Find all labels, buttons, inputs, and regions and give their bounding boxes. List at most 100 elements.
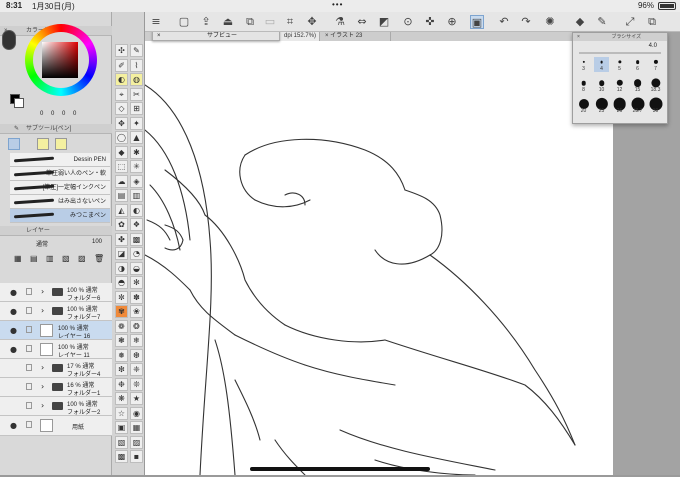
triangle-icon[interactable]: ▲ — [130, 131, 143, 144]
eyedropper-icon[interactable]: ⌖ — [115, 87, 128, 101]
brush-size-option[interactable]: 15 — [630, 78, 645, 93]
circle-icon[interactable]: ◯ — [115, 131, 128, 144]
lasso-icon[interactable]: ◐ — [130, 203, 143, 217]
layer-row[interactable]: ● 用紙 — [0, 416, 112, 436]
eraser-icon[interactable]: ❇ — [115, 363, 128, 376]
pencil-tool-icon[interactable]: ✐ — [115, 58, 128, 72]
fill-icon[interactable]: ⚗ — [333, 15, 347, 29]
move-tool-icon[interactable]: ◑ — [115, 261, 128, 275]
select-icon[interactable]: ⬚ — [115, 160, 128, 173]
burst-icon[interactable]: ✽ — [130, 290, 143, 304]
layer-row[interactable]: › 100 % 通常 フォルダー2 — [0, 397, 112, 416]
clip-icon[interactable]: ▨ — [78, 254, 86, 263]
app-switch-icon[interactable] — [2, 30, 16, 50]
resize-icon[interactable]: ⤢ — [623, 15, 637, 29]
eye-icon[interactable]: ● — [10, 307, 17, 316]
eye-icon[interactable]: ● — [10, 288, 17, 297]
brush-size-option[interactable]: 5 — [612, 57, 627, 72]
shape-icon[interactable]: ◇ — [115, 102, 128, 115]
eye-icon[interactable]: ● — [10, 421, 17, 430]
pen-tool-icon[interactable]: ✎ — [130, 44, 143, 57]
pencil-tool-icon[interactable]: ❅ — [115, 348, 128, 362]
brush-size-option[interactable]: 28.7 — [630, 97, 645, 114]
pencil-tool-icon[interactable]: ◭ — [115, 203, 128, 217]
brush-size-current[interactable]: 4.0 — [649, 43, 657, 49]
pen-tool-icon[interactable]: ▥ — [130, 189, 143, 202]
chevron-right-icon[interactable]: › — [41, 401, 44, 410]
new-folder-icon[interactable]: ▤ — [30, 254, 38, 263]
diamond-icon[interactable]: ▧ — [115, 435, 128, 449]
chevron-right-icon[interactable]: › — [41, 382, 44, 391]
navigator-icon[interactable]: ✜ — [423, 15, 437, 29]
star-tool-icon[interactable]: ✳ — [130, 160, 143, 173]
close-icon[interactable]: × — [157, 31, 161, 41]
eye-icon[interactable]: ● — [10, 326, 17, 335]
eyedropper-icon[interactable]: ✤ — [115, 232, 128, 246]
brush-size-option[interactable]: 6 — [630, 57, 645, 72]
cloud-icon[interactable]: ☁ — [115, 174, 128, 188]
brush-size-option[interactable]: 12 — [612, 78, 627, 93]
subtool-item[interactable]: [筆圧]一定幅インクペン — [10, 181, 110, 195]
mask-icon[interactable]: ▧ — [62, 254, 70, 263]
layer-row[interactable]: › 16 % 通常 フォルダー1 — [0, 378, 112, 397]
cut-icon[interactable]: ❊ — [130, 377, 143, 391]
triangle-icon[interactable]: ▦ — [130, 421, 143, 434]
brush-size-option[interactable]: 30 — [648, 97, 663, 114]
layer-row-selected[interactable]: ● 100 % 通常 レイヤー 16 — [0, 321, 112, 340]
lasso-icon[interactable]: ❆ — [130, 348, 143, 362]
brush-size-option[interactable]: 20 — [576, 99, 591, 114]
brush-size-option[interactable]: 18.3 — [648, 78, 663, 93]
copy-icon[interactable]: ⧉ — [243, 15, 257, 29]
blend-icon[interactable]: ◍ — [130, 73, 143, 86]
pen-tool-icon[interactable]: ❄ — [130, 334, 143, 347]
subtool-item[interactable]: Dessin PEN — [10, 153, 110, 167]
burst-icon[interactable]: ▨ — [130, 435, 143, 449]
brush-size-option[interactable]: 25 — [594, 97, 609, 114]
brush-size-option[interactable]: 7 — [648, 57, 663, 72]
pen-icon[interactable]: ✎ — [595, 15, 609, 29]
brush-size-option[interactable]: 4 — [594, 57, 609, 72]
operation-icon[interactable]: ✣ — [115, 44, 128, 57]
blend-icon[interactable]: ❖ — [130, 218, 143, 231]
blend-mode-select[interactable]: 通常 — [36, 239, 48, 248]
subtool-item-selected[interactable]: みつこまペン — [10, 209, 110, 223]
diamond-icon[interactable]: ✼ — [115, 290, 128, 304]
spinner-icon[interactable]: ✺ — [543, 15, 557, 29]
new-layer-icon[interactable]: ▦ — [14, 254, 22, 263]
crop-icon[interactable]: ⌗ — [283, 15, 297, 29]
operation-icon[interactable]: ▤ — [115, 189, 128, 202]
paste-icon[interactable]: ▭ — [263, 15, 277, 29]
eye-icon[interactable]: ● — [10, 345, 17, 354]
frame-icon[interactable]: ◔ — [130, 247, 143, 260]
chevron-right-icon[interactable]: › — [41, 306, 44, 315]
sparkle-icon[interactable]: ◉ — [130, 406, 143, 420]
brush-size-option[interactable]: 10 — [594, 78, 609, 93]
sparkle-icon[interactable]: ✦ — [130, 116, 143, 130]
export-icon[interactable]: ⇪ — [199, 15, 213, 29]
transform-icon[interactable]: ◩ — [377, 15, 391, 29]
color-saturation-square[interactable] — [42, 42, 78, 78]
shape-icon[interactable]: ❋ — [115, 392, 128, 405]
cut-icon[interactable]: ✂ — [130, 87, 143, 101]
move-icon[interactable]: ✥ — [305, 15, 319, 29]
home-indicator[interactable] — [250, 467, 430, 471]
shape-icon[interactable]: ◪ — [115, 247, 128, 260]
brush-size-option[interactable]: 8 — [576, 78, 591, 93]
select-icon[interactable]: ▩ — [115, 450, 128, 463]
move-tool-icon[interactable]: ✥ — [115, 116, 128, 130]
triangle-icon[interactable]: ✻ — [130, 276, 143, 289]
layer-row[interactable]: ● 100 % 通常 レイヤー 11 — [0, 340, 112, 359]
marker-subtool-tab[interactable] — [37, 138, 49, 150]
brush-subtool-tab[interactable] — [55, 138, 67, 150]
opacity-value[interactable]: 100 — [92, 239, 102, 245]
new-icon[interactable]: ▢ — [177, 15, 191, 29]
layer-row[interactable]: › 17 % 通常 フォルダー4 — [0, 359, 112, 378]
star-tool-icon[interactable]: ❀ — [130, 305, 143, 318]
frame-icon[interactable]: ⊞ — [130, 102, 143, 115]
subtool-item[interactable]: はみ出さないペン — [10, 195, 110, 209]
snap-icon[interactable]: ⊕ — [445, 15, 459, 29]
blend-icon[interactable]: ❈ — [130, 363, 143, 376]
diamond-icon[interactable]: ◆ — [115, 145, 128, 159]
sub-color-swatch[interactable] — [14, 98, 24, 108]
flip-icon[interactable]: ⇔ — [355, 15, 369, 29]
